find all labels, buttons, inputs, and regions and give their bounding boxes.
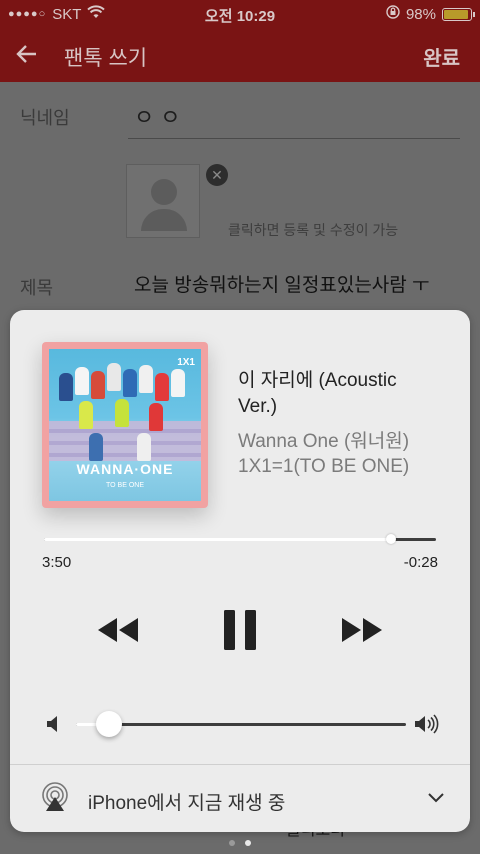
now-playing-sheet: 1X1 WANNA·ONE TO BE ONE 이 자리에 (Acoustic … bbox=[10, 310, 470, 832]
status-right: 98% bbox=[386, 5, 475, 23]
album-art: 1X1 WANNA·ONE TO BE ONE bbox=[42, 342, 208, 508]
album-art-figure bbox=[115, 399, 129, 427]
rewind-button[interactable] bbox=[96, 608, 140, 652]
album-art-figure bbox=[79, 401, 93, 429]
album-art-figure bbox=[59, 373, 73, 401]
album-art-figure bbox=[139, 365, 153, 393]
airplay-icon[interactable] bbox=[38, 782, 72, 812]
avatar-head bbox=[151, 179, 177, 205]
back-arrow-icon[interactable] bbox=[16, 40, 38, 71]
app-header: 팬톡 쓰기 완료 bbox=[0, 28, 480, 82]
volume-high-icon bbox=[414, 714, 440, 734]
photo-remove-icon[interactable]: ✕ bbox=[206, 164, 228, 186]
page-indicator bbox=[0, 840, 480, 846]
photo-upload[interactable] bbox=[126, 164, 200, 238]
volume-slider-handle[interactable] bbox=[96, 711, 122, 737]
playback-progress-fill bbox=[44, 538, 391, 541]
avatar-body bbox=[141, 209, 187, 231]
chevron-down-icon[interactable] bbox=[426, 790, 446, 806]
page-title: 팬톡 쓰기 bbox=[64, 47, 148, 70]
track-artist: Wanna One (워너원) bbox=[238, 431, 410, 452]
album-art-figure bbox=[149, 403, 163, 431]
nickname-label: 닉네임 bbox=[20, 108, 70, 128]
battery-icon bbox=[442, 7, 475, 21]
album-art-figure bbox=[107, 363, 121, 391]
album-art-figure bbox=[75, 367, 89, 395]
track-album: 1X1=1(TO BE ONE) bbox=[238, 456, 410, 477]
page-dot-active bbox=[245, 840, 251, 846]
nickname-underline bbox=[128, 138, 460, 139]
album-art-figure bbox=[155, 373, 169, 401]
subject-input[interactable]: 오늘 방송뭐하는지 일정표있는사람 ㅜ bbox=[134, 270, 430, 297]
volume-slider[interactable] bbox=[76, 711, 406, 737]
sheet-divider bbox=[10, 764, 470, 765]
album-art-stairs bbox=[49, 421, 201, 461]
subject-label: 제목 bbox=[20, 278, 54, 298]
rewind-icon bbox=[98, 618, 138, 642]
photo-hint: 클릭하면 등록 및 수정이 가능 bbox=[228, 222, 399, 238]
track-title: 이 자리에 (Acoustic Ver.) bbox=[238, 370, 397, 417]
pause-button[interactable] bbox=[222, 608, 258, 652]
album-art-figure bbox=[123, 369, 137, 397]
album-art-tagline: TO BE ONE bbox=[106, 482, 144, 489]
album-art-side-text: 1X1 bbox=[177, 357, 195, 368]
volume-low-icon bbox=[46, 714, 62, 734]
remaining-time: -0:28 bbox=[403, 554, 438, 571]
album-art-figure bbox=[89, 433, 103, 461]
fast-forward-button[interactable] bbox=[340, 608, 384, 652]
page-dot bbox=[229, 840, 235, 846]
battery-percent: 98% bbox=[405, 5, 436, 23]
album-art-logo: WANNA·ONE bbox=[76, 461, 174, 477]
album-art-figure bbox=[171, 369, 185, 397]
pause-icon bbox=[224, 610, 256, 650]
playback-scrubber[interactable] bbox=[44, 534, 436, 544]
status-bar: ●●●●○ SKT 오전 10:29 98% bbox=[0, 0, 480, 28]
elapsed-time: 3:50 bbox=[42, 554, 72, 571]
output-device-label[interactable]: iPhone에서 지금 재생 중 bbox=[88, 788, 285, 815]
done-button[interactable]: 완료 bbox=[423, 42, 460, 71]
rotation-lock-icon bbox=[386, 5, 400, 23]
album-art-image: 1X1 WANNA·ONE TO BE ONE bbox=[49, 349, 201, 501]
album-art-figure bbox=[91, 371, 105, 399]
playback-scrubber-handle[interactable] bbox=[385, 534, 396, 544]
album-art-figure bbox=[137, 433, 151, 461]
nickname-input[interactable]: ㅇㅇ bbox=[134, 100, 186, 132]
fast-forward-icon bbox=[342, 618, 382, 642]
